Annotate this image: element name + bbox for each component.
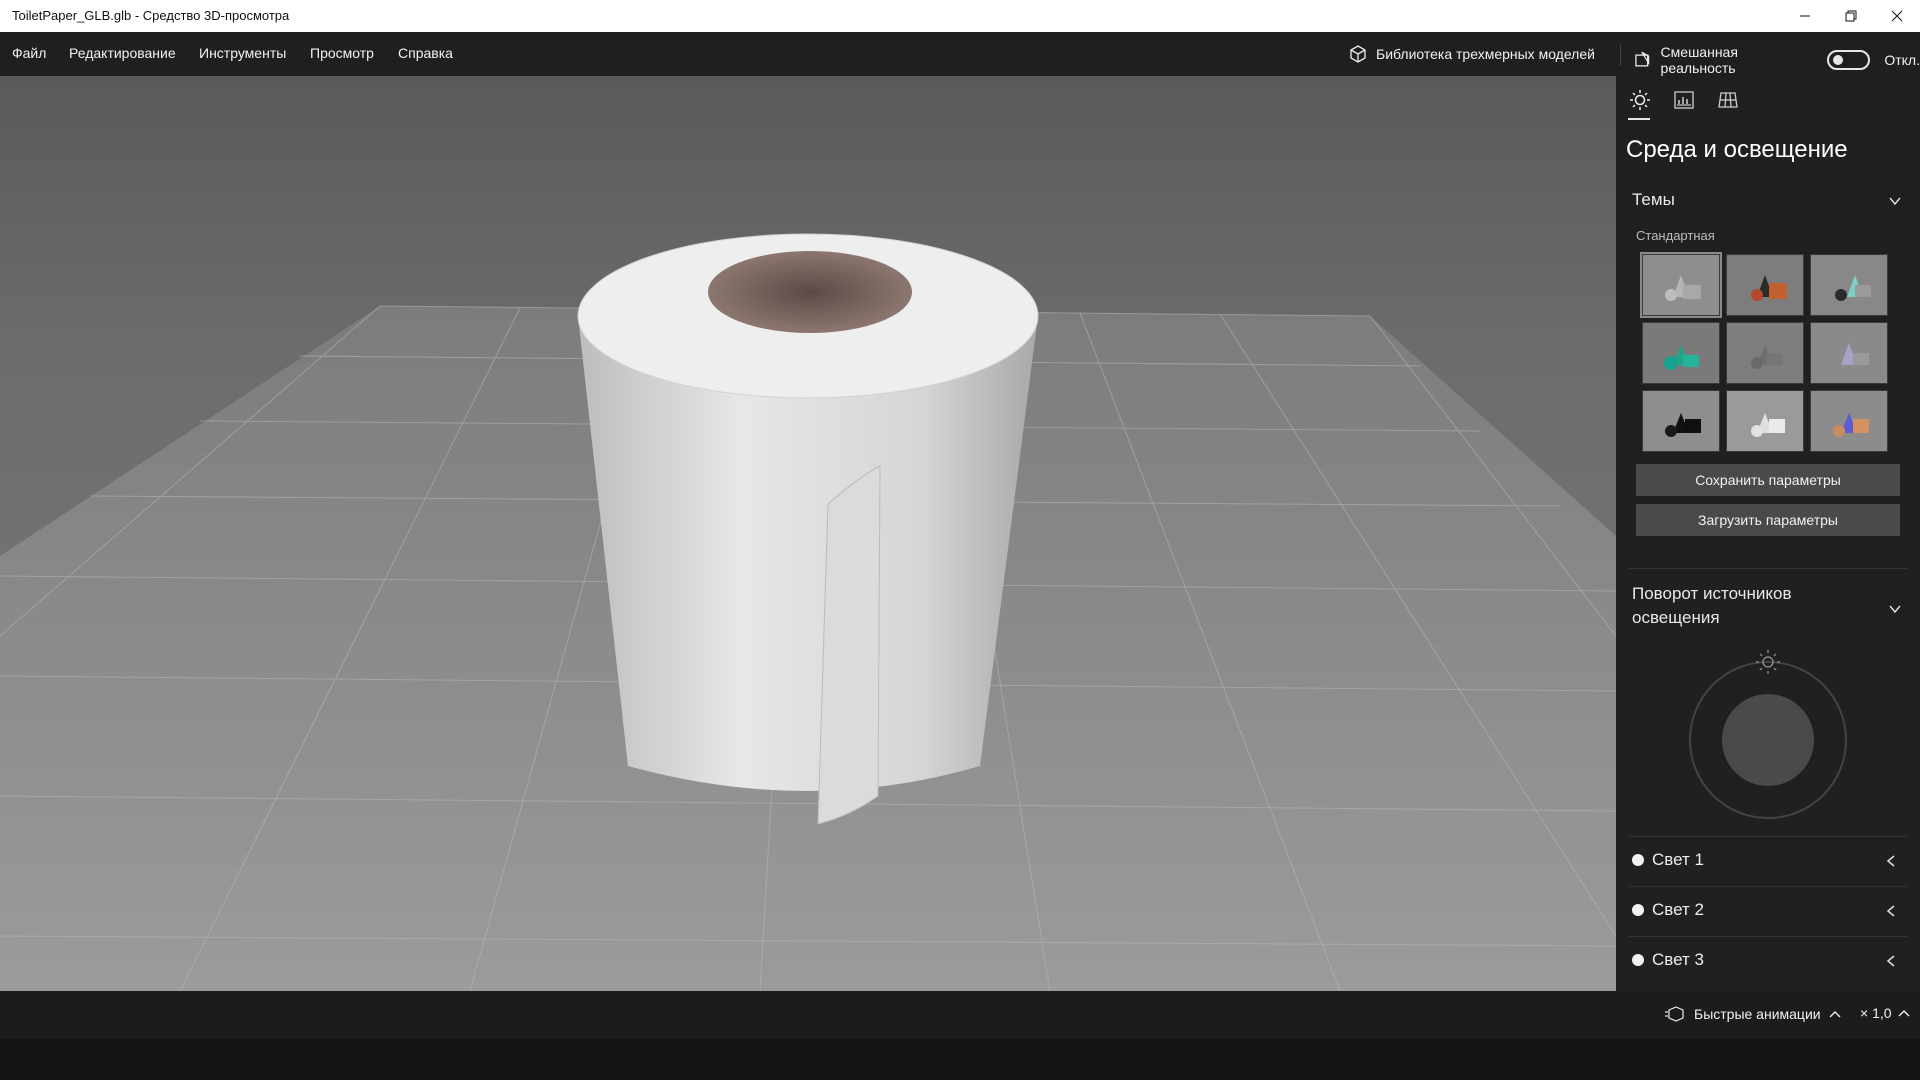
light-rotation-header[interactable]: Поворот источников освещения bbox=[1632, 582, 1862, 630]
themes-sublabel: Стандартная bbox=[1636, 228, 1715, 243]
light-rotation-dial[interactable] bbox=[1684, 644, 1852, 820]
restore-icon bbox=[1845, 10, 1857, 22]
light-label: Свет 1 bbox=[1652, 850, 1704, 869]
quick-animations-button[interactable]: Быстрые анимации bbox=[1664, 1005, 1841, 1023]
menu-bar: Файл Редактирование Инструменты Просмотр… bbox=[0, 32, 1920, 76]
theme-tile-3[interactable] bbox=[1810, 254, 1888, 316]
status-bar: Быстрые анимации × 1,0 bbox=[0, 991, 1920, 1039]
menu-file[interactable]: Файл bbox=[12, 45, 46, 61]
section-divider bbox=[1628, 568, 1908, 569]
theme-tile-6[interactable] bbox=[1810, 322, 1888, 384]
toggle-knob bbox=[1833, 55, 1844, 65]
active-tab-indicator bbox=[1628, 118, 1650, 120]
environment-panel: Среда и освещение Темы Стандартная Сохра… bbox=[1616, 76, 1920, 991]
mixed-reality-toggle[interactable] bbox=[1827, 50, 1871, 70]
chevron-down-icon[interactable] bbox=[1888, 194, 1902, 208]
light-color-dot bbox=[1632, 904, 1644, 916]
menu-help[interactable]: Справка bbox=[398, 45, 453, 61]
minimize-button[interactable] bbox=[1782, 0, 1828, 32]
close-icon bbox=[1891, 10, 1903, 22]
chevron-up-icon bbox=[1829, 1011, 1841, 1018]
light-item-1[interactable]: Свет 1 bbox=[1628, 838, 1908, 886]
load-settings-button[interactable]: Загрузить параметры bbox=[1636, 504, 1900, 536]
theme-tile-5[interactable] bbox=[1726, 322, 1804, 384]
mixed-reality-group: Смешанная реальность Откл. bbox=[1633, 44, 1920, 76]
grid-icon[interactable] bbox=[1716, 88, 1740, 112]
light-label: Свет 3 bbox=[1652, 950, 1704, 969]
minimize-icon bbox=[1800, 15, 1810, 17]
light-item-2[interactable]: Свет 2 bbox=[1628, 888, 1908, 936]
3d-library-button[interactable]: Библиотека трехмерных моделей bbox=[1348, 44, 1595, 64]
theme-tile-2[interactable] bbox=[1726, 254, 1804, 316]
restore-button[interactable] bbox=[1828, 0, 1874, 32]
animation-speed-button[interactable]: × 1,0 bbox=[1860, 1005, 1910, 1021]
section-divider bbox=[1628, 836, 1908, 837]
title-bar: ToiletPaper_GLB.glb - Средство 3D-просмо… bbox=[0, 0, 1920, 32]
light-label: Свет 2 bbox=[1652, 900, 1704, 919]
theme-tile-4[interactable] bbox=[1642, 322, 1720, 384]
menu-tools[interactable]: Инструменты bbox=[199, 45, 286, 61]
mixed-reality-label: Смешанная реальность bbox=[1660, 44, 1738, 76]
light-color-dot bbox=[1632, 954, 1644, 966]
menu-edit[interactable]: Редактирование bbox=[69, 45, 176, 61]
chevron-up-icon bbox=[1898, 1010, 1910, 1017]
menu-separator bbox=[1620, 44, 1621, 66]
mixed-reality-icon bbox=[1635, 51, 1650, 67]
theme-tile-7[interactable] bbox=[1642, 390, 1720, 452]
toilet-paper-model bbox=[577, 233, 1039, 825]
taskbar bbox=[0, 1039, 1920, 1080]
light-color-dot bbox=[1632, 854, 1644, 866]
themes-header[interactable]: Темы bbox=[1632, 190, 1675, 210]
theme-tile-1[interactable] bbox=[1640, 252, 1722, 318]
close-button[interactable] bbox=[1874, 0, 1920, 32]
animation-speed-value: × 1,0 bbox=[1860, 1005, 1892, 1021]
cube-icon bbox=[1350, 45, 1366, 63]
chevron-left-icon[interactable] bbox=[1886, 954, 1896, 968]
save-settings-button[interactable]: Сохранить параметры bbox=[1636, 464, 1900, 496]
theme-tile-9[interactable] bbox=[1810, 390, 1888, 452]
section-divider bbox=[1628, 936, 1908, 937]
chevron-left-icon[interactable] bbox=[1886, 904, 1896, 918]
light-item-3[interactable]: Свет 3 bbox=[1628, 938, 1908, 986]
scene-canvas bbox=[0, 233, 1616, 991]
animation-icon bbox=[1665, 1006, 1684, 1022]
theme-tile-8[interactable] bbox=[1726, 390, 1804, 452]
menu-view[interactable]: Просмотр bbox=[310, 45, 374, 61]
theme-grid bbox=[1640, 252, 1892, 452]
sun-icon[interactable] bbox=[1628, 88, 1652, 112]
window-title: ToiletPaper_GLB.glb - Средство 3D-просмо… bbox=[12, 8, 290, 23]
panel-title: Среда и освещение bbox=[1626, 136, 1848, 163]
section-divider bbox=[1628, 886, 1908, 887]
3d-viewport[interactable] bbox=[0, 76, 1616, 991]
quick-animations-label: Быстрые анимации bbox=[1694, 1006, 1821, 1022]
mixed-reality-state: Откл. bbox=[1884, 52, 1920, 68]
chevron-down-icon[interactable] bbox=[1888, 602, 1902, 616]
3d-library-label: Библиотека трехмерных моделей bbox=[1376, 46, 1595, 62]
stats-icon[interactable] bbox=[1672, 88, 1696, 112]
chevron-left-icon[interactable] bbox=[1886, 854, 1896, 868]
